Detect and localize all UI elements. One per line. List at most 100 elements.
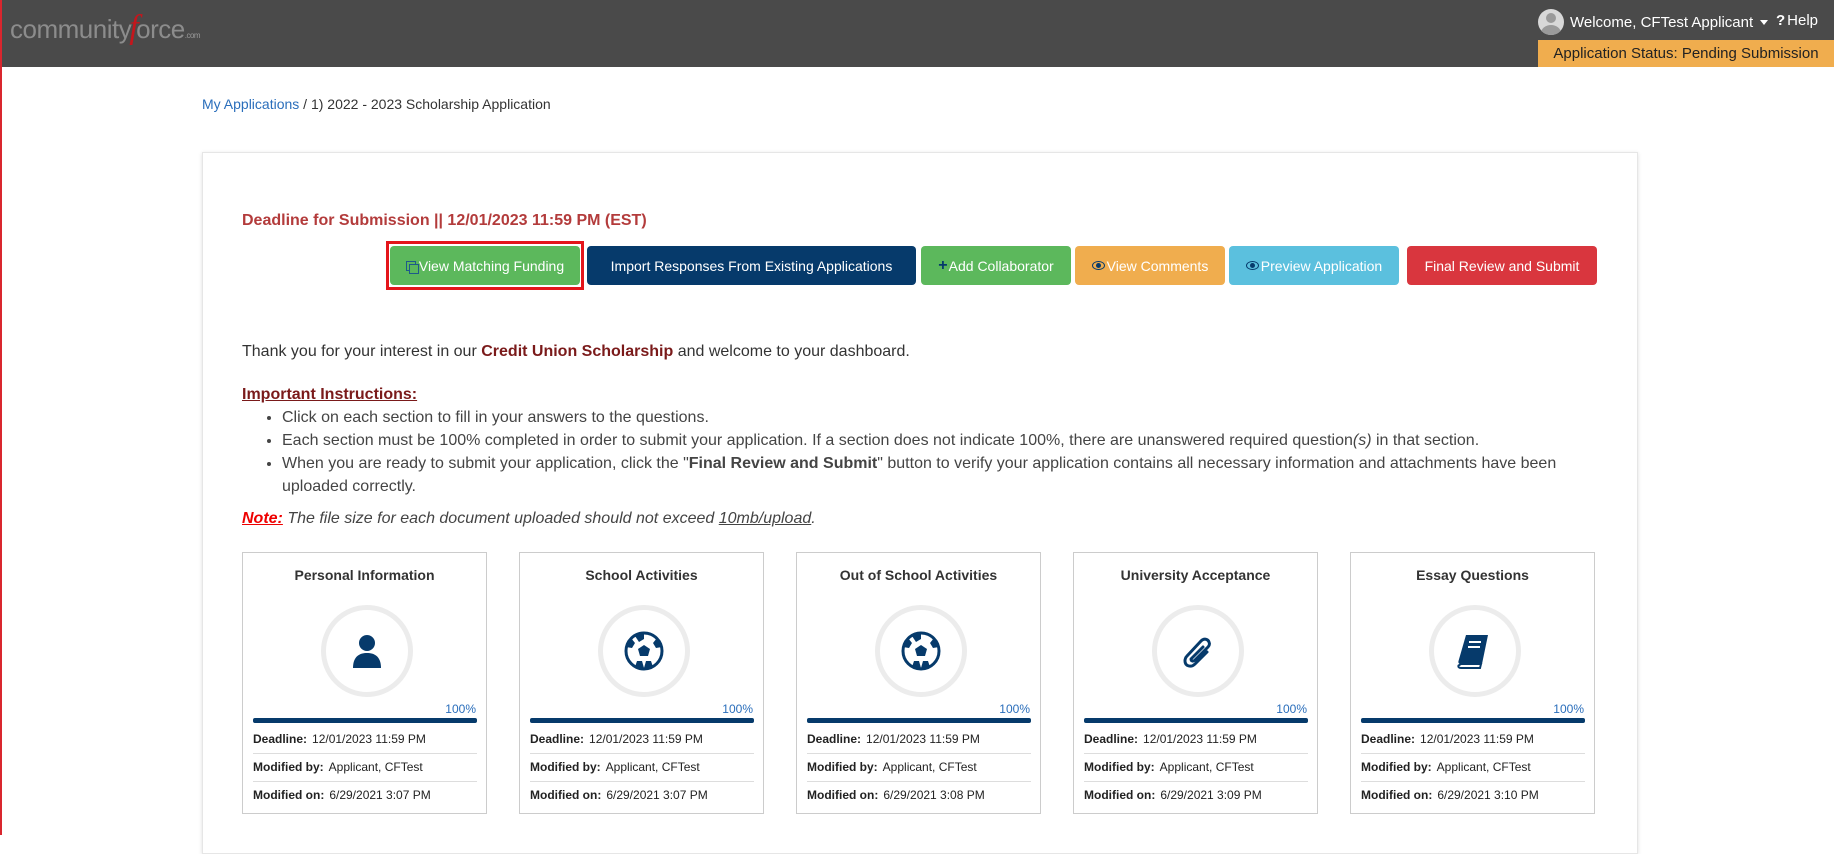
instructions-title: Important Instructions: bbox=[242, 386, 418, 403]
left-accent-line bbox=[0, 0, 2, 835]
soccer-ball-icon bbox=[624, 631, 664, 671]
note-text: Note: The file size for each document up… bbox=[242, 510, 816, 528]
note-limit: 10mb/upload bbox=[718, 510, 812, 527]
modified-on-row: Modified on: 6/29/2021 3:07 PM bbox=[530, 781, 754, 809]
deadline-value: 12/01/2023 11:59 PM bbox=[589, 732, 703, 746]
deadline-value: 12/01/2023 11:59 PM bbox=[866, 732, 980, 746]
modified-by-label: Modified by: bbox=[807, 760, 878, 774]
section-icon-circle bbox=[1429, 605, 1521, 697]
modified-by-row: Modified by: Applicant, CFTest bbox=[1361, 753, 1585, 782]
deadline-value: 12/01/2023 11:59 PM bbox=[1143, 732, 1257, 746]
question-icon: ? bbox=[1776, 12, 1786, 29]
modified-by-value: Applicant, CFTest bbox=[605, 760, 700, 774]
preview-application-label: Preview Application bbox=[1260, 257, 1383, 274]
modified-on-row: Modified on: 6/29/2021 3:07 PM bbox=[253, 781, 477, 809]
breadcrumb-separator: / bbox=[299, 96, 311, 112]
progress-percent: 100% bbox=[999, 702, 1030, 716]
submission-deadline: Deadline for Submission || 12/01/2023 11… bbox=[242, 212, 647, 229]
modified-on-value: 6/29/2021 3:08 PM bbox=[883, 788, 985, 802]
paperclip-icon bbox=[1183, 637, 1211, 668]
logo-text-left: community bbox=[10, 14, 132, 44]
deadline-row: Deadline: 12/01/2023 11:59 PM bbox=[253, 725, 477, 754]
section-card-personal-information[interactable]: Personal Information 100% Deadline: 12/01… bbox=[242, 552, 487, 814]
progress-bar bbox=[253, 718, 477, 723]
section-title: Essay Questions bbox=[1416, 567, 1529, 583]
deadline-value: 12/01/2023 11:59 PM bbox=[1420, 732, 1534, 746]
communityforce-logo[interactable]: communityforce.com bbox=[10, 9, 201, 47]
section-card-school-activities[interactable]: School Activities 100% Deadline: 12/01/20… bbox=[519, 552, 764, 814]
section-icon-circle bbox=[1152, 605, 1244, 697]
modified-on-value: 6/29/2021 3:07 PM bbox=[329, 788, 431, 802]
intro-before: Thank you for your interest in our bbox=[242, 343, 482, 360]
instruction-text: in that section. bbox=[1371, 432, 1480, 449]
deadline-row: Deadline: 12/01/2023 11:59 PM bbox=[807, 725, 1031, 754]
section-icon-circle bbox=[321, 605, 413, 697]
instruction-item: Each section must be 100% completed in o… bbox=[282, 429, 1592, 452]
breadcrumb-my-applications[interactable]: My Applications bbox=[202, 96, 299, 112]
plus-icon: + bbox=[938, 256, 948, 274]
import-responses-button[interactable]: Import Responses From Existing Applicati… bbox=[587, 246, 916, 285]
logo-text-right: orce bbox=[136, 14, 185, 44]
modified-by-label: Modified by: bbox=[1084, 760, 1155, 774]
modified-by-value: Applicant, CFTest bbox=[328, 760, 423, 774]
modified-on-label: Modified on: bbox=[253, 788, 325, 802]
progress-percent: 100% bbox=[1553, 702, 1584, 716]
section-card-essay-questions[interactable]: Essay Questions 100% Deadline: 12/01/2023… bbox=[1350, 552, 1595, 814]
modified-on-label: Modified on: bbox=[1084, 788, 1156, 802]
view-comments-button[interactable]: View Comments bbox=[1075, 246, 1225, 285]
modified-by-row: Modified by: Applicant, CFTest bbox=[807, 753, 1031, 782]
modified-by-row: Modified by: Applicant, CFTest bbox=[1084, 753, 1308, 782]
deadline-row: Deadline: 12/01/2023 11:59 PM bbox=[1361, 725, 1585, 754]
modified-on-row: Modified on: 6/29/2021 3:10 PM bbox=[1361, 781, 1585, 809]
modified-by-row: Modified by: Applicant, CFTest bbox=[530, 753, 754, 782]
section-title: Personal Information bbox=[294, 567, 435, 583]
section-icon-circle bbox=[598, 605, 690, 697]
section-icon-circle bbox=[875, 605, 967, 697]
modified-on-label: Modified on: bbox=[530, 788, 602, 802]
deadline-row: Deadline: 12/01/2023 11:59 PM bbox=[1084, 725, 1308, 754]
preview-application-button[interactable]: Preview Application bbox=[1229, 246, 1399, 285]
modified-on-value: 6/29/2021 3:09 PM bbox=[1160, 788, 1262, 802]
modified-on-value: 6/29/2021 3:10 PM bbox=[1437, 788, 1539, 802]
instruction-emphasis: (s) bbox=[1352, 432, 1372, 449]
modified-by-value: Applicant, CFTest bbox=[1436, 760, 1531, 774]
final-review-submit-button[interactable]: Final Review and Submit bbox=[1407, 246, 1597, 285]
program-name: Credit Union Scholarship bbox=[481, 343, 674, 360]
modified-on-label: Modified on: bbox=[1361, 788, 1433, 802]
add-collaborator-button[interactable]: + Add Collaborator bbox=[921, 246, 1071, 285]
section-title: University Acceptance bbox=[1120, 567, 1271, 583]
modified-by-label: Modified by: bbox=[1361, 760, 1432, 774]
intro-after: and welcome to your dashboard. bbox=[673, 343, 910, 360]
progress-bar bbox=[807, 718, 1031, 723]
breadcrumb-current: 1) 2022 - 2023 Scholarship Application bbox=[310, 96, 551, 112]
caret-down-icon bbox=[1760, 19, 1769, 25]
instruction-text: Each section must be 100% completed in o… bbox=[282, 432, 1353, 449]
intro-text: Thank you for your interest in our Credi… bbox=[242, 343, 910, 361]
section-card-out-of-school-activities[interactable]: Out of School Activities 100% Deadline: 1… bbox=[796, 552, 1041, 814]
progress-bar bbox=[530, 718, 754, 723]
note-label: Note: bbox=[242, 510, 283, 527]
highlight-box bbox=[386, 241, 584, 290]
help-link[interactable]: ? Help bbox=[1776, 12, 1818, 29]
application-status-badge: Application Status: Pending Submission bbox=[1538, 40, 1834, 67]
deadline-value: 12/01/2023 11:59 PM bbox=[312, 732, 426, 746]
deadline-row: Deadline: 12/01/2023 11:59 PM bbox=[530, 725, 754, 754]
note-body: The file size for each document uploaded… bbox=[282, 510, 719, 527]
deadline-label: Deadline: bbox=[1361, 732, 1416, 746]
eye-icon bbox=[1245, 261, 1259, 270]
user-menu[interactable]: Welcome, CFTest Applicant bbox=[1538, 9, 1769, 35]
instruction-emphasis: Final Review and Submit bbox=[688, 455, 878, 472]
logo-text-suffix: .com bbox=[184, 31, 201, 40]
section-title: School Activities bbox=[585, 567, 698, 583]
instruction-item: When you are ready to submit your applic… bbox=[282, 452, 1592, 498]
user-icon bbox=[353, 635, 381, 668]
modified-by-value: Applicant, CFTest bbox=[882, 760, 977, 774]
deadline-label: Deadline: bbox=[1084, 732, 1139, 746]
progress-bar bbox=[1361, 718, 1585, 723]
modified-by-label: Modified by: bbox=[253, 760, 324, 774]
section-card-university-acceptance[interactable]: University Acceptance 100% Deadline: 12/0… bbox=[1073, 552, 1318, 814]
progress-percent: 100% bbox=[722, 702, 753, 716]
deadline-label: Deadline: bbox=[530, 732, 585, 746]
modified-on-row: Modified on: 6/29/2021 3:09 PM bbox=[1084, 781, 1308, 809]
modified-by-value: Applicant, CFTest bbox=[1159, 760, 1254, 774]
